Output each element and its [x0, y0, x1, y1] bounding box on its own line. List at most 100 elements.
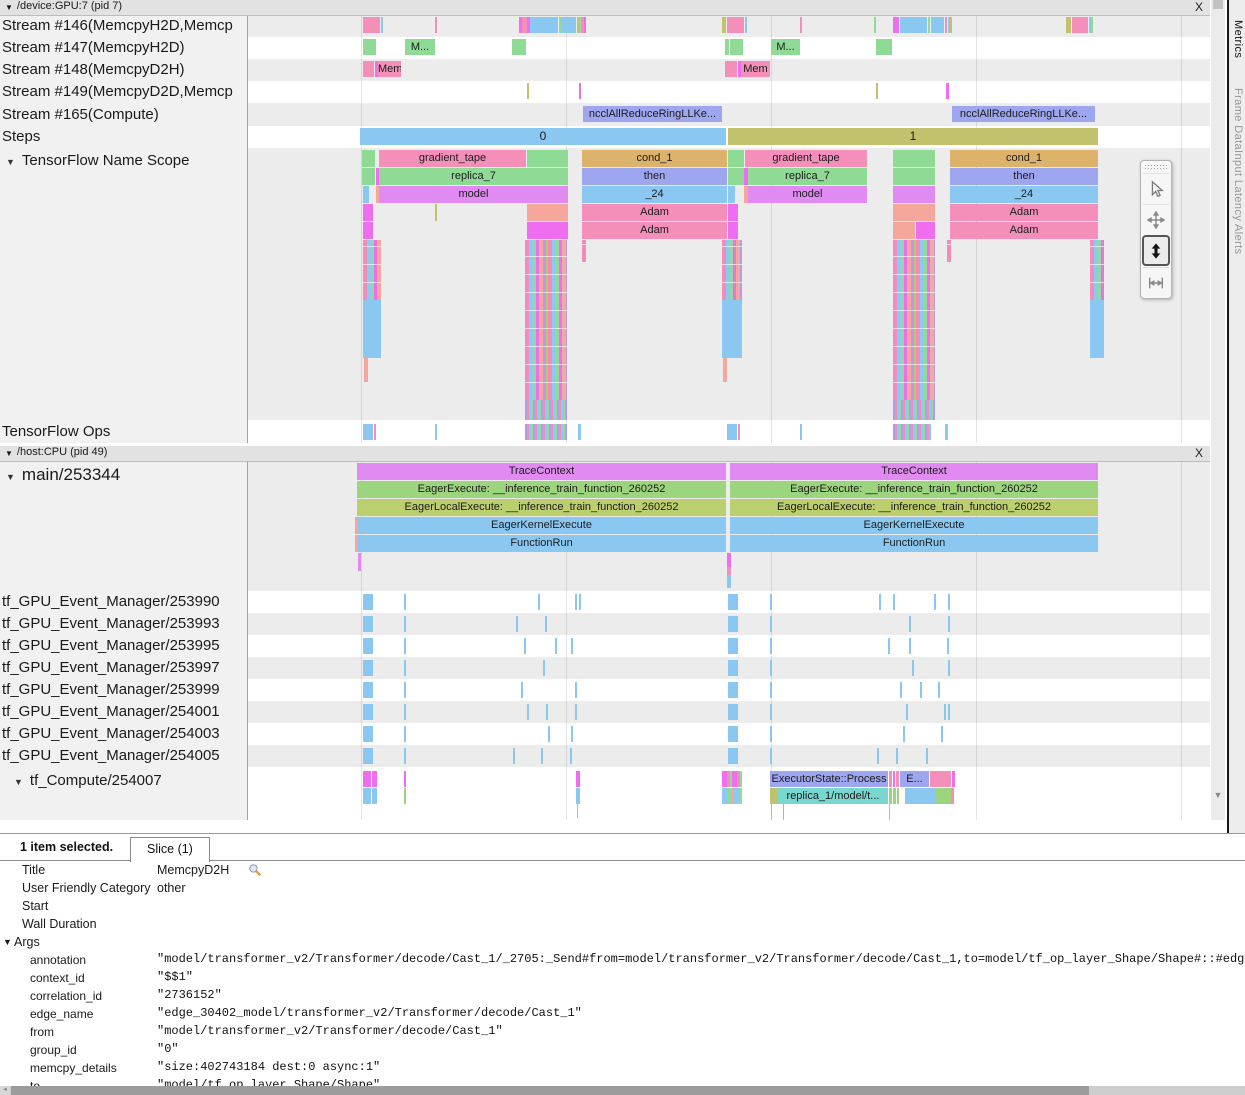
- trace-event[interactable]: Adam: [950, 222, 1098, 239]
- trace-event[interactable]: [897, 788, 899, 804]
- trace-event[interactable]: [363, 39, 376, 55]
- trace-event[interactable]: [513, 748, 515, 764]
- trace-event[interactable]: [527, 83, 529, 99]
- trace-event[interactable]: [363, 704, 373, 720]
- trace-event[interactable]: gradient_tape: [379, 150, 526, 167]
- trace-event[interactable]: [575, 594, 577, 610]
- trace-event[interactable]: [728, 186, 735, 203]
- trace-event[interactable]: [363, 638, 373, 654]
- trace-event[interactable]: [571, 638, 573, 654]
- trace-event[interactable]: EagerKernelExecute: [357, 517, 726, 534]
- trace-event[interactable]: [555, 638, 557, 654]
- trace-event[interactable]: [896, 771, 899, 787]
- trace-event[interactable]: [725, 61, 737, 77]
- trace-event[interactable]: 0: [360, 128, 726, 145]
- trace-event[interactable]: [947, 638, 949, 654]
- trace-event[interactable]: Mem: [741, 61, 770, 77]
- trace-event[interactable]: EagerKernelExecute: [730, 517, 1098, 534]
- trace-event[interactable]: [545, 616, 547, 632]
- trace-event[interactable]: [1091, 17, 1093, 33]
- trace-event[interactable]: [728, 222, 738, 239]
- trace-event[interactable]: [948, 660, 950, 676]
- trace-event[interactable]: [1090, 240, 1104, 300]
- trace-event[interactable]: [893, 168, 935, 185]
- trace-event[interactable]: [909, 638, 911, 654]
- trace-event[interactable]: 1: [728, 128, 1098, 145]
- trace-event[interactable]: [404, 726, 406, 742]
- trace-event[interactable]: [728, 682, 738, 698]
- trace-event[interactable]: [728, 616, 738, 632]
- timeline-canvas[interactable]: ▼/device:GPU:7 (pid 7) X ▼/host:CPU (pid…: [0, 0, 1210, 833]
- trace-event[interactable]: [893, 204, 935, 221]
- trace-event[interactable]: replica_7: [748, 168, 867, 185]
- vertical-scrollbar-thumb[interactable]: [1213, 0, 1223, 9]
- trace-event[interactable]: [527, 704, 529, 720]
- trace-event[interactable]: [722, 17, 726, 33]
- trace-event[interactable]: [889, 788, 892, 804]
- trace-event[interactable]: [381, 17, 383, 33]
- trace-event[interactable]: [896, 748, 898, 764]
- collapse-icon[interactable]: ▼: [6, 149, 15, 174]
- collapse-icon[interactable]: ▼: [5, 3, 13, 12]
- trace-event[interactable]: [372, 771, 377, 787]
- trace-event[interactable]: [770, 616, 772, 632]
- trace-event[interactable]: [893, 788, 896, 804]
- trace-event[interactable]: [893, 424, 931, 440]
- trace-event[interactable]: [363, 788, 371, 804]
- trace-event[interactable]: [876, 83, 878, 99]
- trace-event[interactable]: [888, 638, 890, 654]
- trace-event[interactable]: model: [748, 186, 867, 203]
- trace-event[interactable]: ncclAllReduceRingLLKe...: [583, 106, 722, 122]
- trace-event[interactable]: [527, 150, 568, 167]
- trace-event[interactable]: [727, 567, 731, 575]
- trace-event[interactable]: [404, 771, 406, 787]
- trace-event[interactable]: M...: [771, 39, 800, 55]
- trace-event[interactable]: [728, 150, 744, 167]
- trace-event[interactable]: [728, 660, 738, 676]
- trace-event[interactable]: [727, 553, 731, 567]
- trace-event[interactable]: [363, 17, 380, 33]
- trace-event[interactable]: [945, 17, 947, 33]
- trace-event[interactable]: [723, 358, 727, 382]
- trace-event[interactable]: [909, 616, 911, 632]
- trace-event[interactable]: FunctionRun: [357, 535, 726, 552]
- trace-event[interactable]: [363, 186, 369, 203]
- trace-event[interactable]: ExecutorState::Process: [770, 771, 888, 787]
- trace-event[interactable]: then: [582, 168, 727, 185]
- trace-event[interactable]: [722, 788, 742, 804]
- trace-event[interactable]: [363, 222, 373, 239]
- trace-event[interactable]: [946, 83, 949, 99]
- trace-event[interactable]: [524, 638, 526, 654]
- trace-event[interactable]: [363, 300, 381, 358]
- trace-event[interactable]: [876, 39, 892, 55]
- trace-event[interactable]: [893, 771, 895, 787]
- trace-event[interactable]: cond_1: [582, 150, 727, 167]
- trace-event[interactable]: [404, 748, 406, 764]
- trace-event[interactable]: [905, 788, 935, 804]
- trace-event[interactable]: [363, 616, 373, 632]
- trace-event[interactable]: [374, 424, 376, 440]
- trace-event[interactable]: [546, 704, 548, 720]
- track-label[interactable]: ▼TensorFlow Name Scope: [0, 148, 247, 174]
- trace-event[interactable]: [571, 726, 573, 742]
- trace-event[interactable]: [435, 424, 437, 440]
- trace-event[interactable]: [722, 300, 742, 358]
- trace-event[interactable]: [362, 168, 375, 185]
- trace-event[interactable]: [576, 788, 580, 804]
- trace-event[interactable]: [948, 616, 950, 632]
- trace-event[interactable]: [579, 83, 581, 99]
- trace-event[interactable]: cond_1: [950, 150, 1098, 167]
- trace-event[interactable]: [770, 704, 772, 720]
- trace-event[interactable]: [941, 726, 943, 742]
- trace-event[interactable]: [363, 682, 373, 698]
- tab-slice[interactable]: Slice (1): [130, 837, 210, 862]
- trace-event[interactable]: [1066, 17, 1071, 33]
- trace-event[interactable]: [363, 771, 371, 787]
- trace-event[interactable]: TraceContext: [357, 463, 726, 480]
- trace-event[interactable]: [570, 748, 572, 764]
- trace-event[interactable]: [728, 638, 738, 654]
- side-tab-metrics[interactable]: Metrics: [1232, 20, 1244, 58]
- trace-event[interactable]: [548, 726, 550, 742]
- trace-event[interactable]: [800, 17, 802, 33]
- trace-event[interactable]: [728, 748, 738, 764]
